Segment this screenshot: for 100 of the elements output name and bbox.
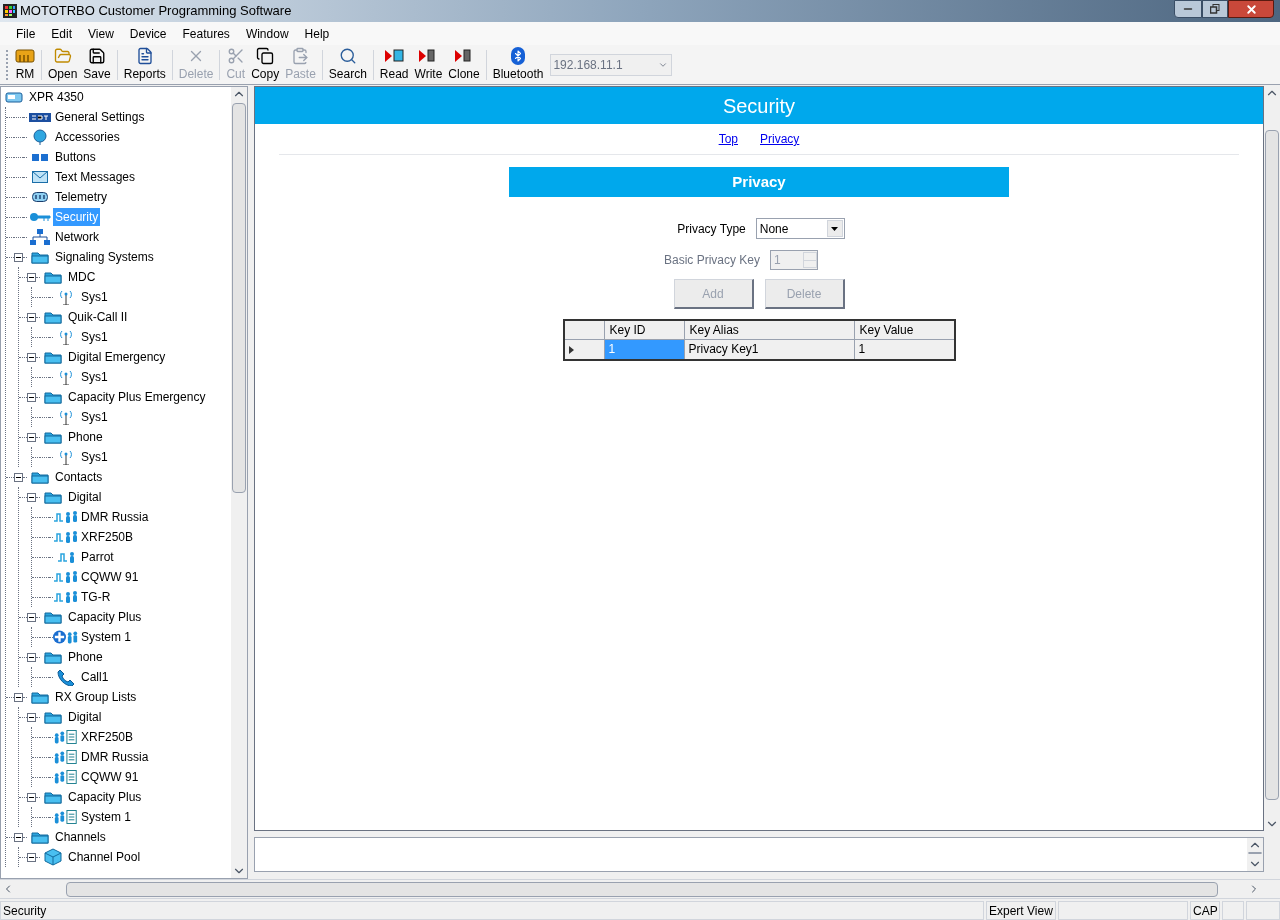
radio-icon [15,46,35,63]
tree-item[interactable]: RX Group Lists [53,688,139,706]
tree-item[interactable]: XPR 4350 [27,88,86,106]
tree-item[interactable]: TG-R [79,588,113,606]
tree-item[interactable]: Capacity Plus Emergency [66,388,208,406]
menu-item[interactable]: Device [121,24,175,43]
tree-item[interactable]: DMR Russia [79,508,151,526]
tree-item[interactable]: XRF250B [79,528,136,546]
collapse-toggle[interactable] [27,712,36,722]
collapse-toggle[interactable] [14,252,23,262]
tree-item[interactable]: Channels [53,828,108,846]
column-header[interactable]: Key Alias [684,321,855,339]
tree-item[interactable]: Sys1 [79,408,110,426]
tree-item[interactable]: CQWW 91 [79,568,141,586]
tree-item[interactable]: Phone [66,648,105,666]
tree-item[interactable]: Parrot [79,548,116,566]
toolbar-button[interactable]: Write [411,46,446,83]
collapse-toggle[interactable] [27,432,36,442]
tree-item[interactable]: Phone [66,428,105,446]
collapse-toggle[interactable] [27,312,36,322]
tree-item[interactable]: Channel Pool [66,848,143,866]
tree-item[interactable]: General Settings [53,108,147,126]
collapse-toggle[interactable] [27,852,36,862]
collapse-toggle[interactable] [27,792,36,802]
tree-item[interactable]: Contacts [53,468,105,486]
tree-item[interactable]: MDC [66,268,98,286]
dropdown-caret-icon [831,226,839,231]
scrollbar-thumb[interactable] [232,103,246,493]
key-icon [29,212,51,222]
restore-button[interactable] [1202,0,1228,18]
transfer-icon [384,46,405,65]
scrollbar-thumb[interactable] [66,881,1218,897]
private-call-icon [57,550,75,564]
table-cell[interactable]: 1 [854,340,954,359]
link[interactable]: Privacy [760,130,800,148]
tree-item[interactable]: Capacity Plus [66,608,144,626]
vertical-scrollbar[interactable] [1247,838,1263,871]
tree-item[interactable]: Network [53,228,101,246]
toolbar-button[interactable]: Open [45,46,81,83]
toolbar-button[interactable]: Clone [445,46,483,83]
collapse-toggle[interactable] [14,472,23,482]
table-cell[interactable]: Privacy Key1 [684,340,855,359]
tree-item[interactable]: Buttons [53,148,98,166]
collapse-toggle[interactable] [27,392,36,402]
tree-item[interactable]: Quik-Call II [66,308,130,326]
tree-item[interactable]: System 1 [79,808,133,826]
tree-item[interactable]: System 1 [79,628,133,646]
radio-icon [5,91,23,103]
toolbar-button[interactable]: Bluetooth [489,46,547,83]
vertical-scrollbar[interactable] [231,87,247,878]
tree-item[interactable]: DMR Russia [79,748,151,766]
tree-item[interactable]: Text Messages [53,168,138,186]
folder-icon [44,430,62,444]
text-box[interactable] [254,837,1264,872]
tree-item[interactable]: Sys1 [79,368,110,386]
tree-item[interactable]: XRF250B [79,728,136,746]
menu-item[interactable]: Window [237,24,297,43]
folder-icon [44,490,62,504]
tree-item[interactable]: Digital [66,488,104,506]
menu-item[interactable]: Help [296,24,338,43]
toolbar-button[interactable]: RM [12,46,38,83]
tree-item[interactable]: Digital Emergency [66,348,168,366]
collapse-toggle[interactable] [27,652,36,662]
scrollbar-thumb[interactable] [1265,130,1279,800]
close-button[interactable] [1228,0,1274,18]
column-header[interactable]: Key Value [854,321,954,339]
minimize-button[interactable] [1174,0,1202,18]
tree-item[interactable]: Telemetry [53,188,109,206]
toolbar-button[interactable]: Reports [120,46,169,83]
toolbar-button[interactable]: Search [325,46,370,83]
collapse-toggle[interactable] [27,492,36,502]
tree-item[interactable]: Call1 [79,668,111,686]
tree-item[interactable]: Sys1 [79,448,110,466]
toolbar-button[interactable]: Read [376,46,412,83]
link[interactable]: Top [718,130,738,148]
tree-item[interactable]: CQWW 91 [79,768,141,786]
collapse-toggle[interactable] [27,272,36,282]
collapse-toggle[interactable] [27,352,36,362]
tree-item[interactable]: Capacity Plus [66,788,144,806]
toolbar-button[interactable]: Save [80,46,114,83]
menu-item[interactable]: Features [174,24,238,43]
folder-icon [31,830,49,844]
tree-item[interactable]: Digital [66,708,104,726]
tree-item[interactable]: Sys1 [79,328,110,346]
phone-icon [57,668,75,686]
privacy-type-dropdown[interactable]: None [755,218,845,239]
toolbar-button[interactable]: Copy [248,46,283,83]
horizontal-scrollbar[interactable] [0,879,1280,898]
menu-item[interactable]: Edit [43,24,81,43]
collapse-toggle[interactable] [14,832,23,842]
column-header[interactable]: Key ID [604,321,685,339]
tree-item[interactable]: Sys1 [79,288,110,306]
tree-item[interactable]: Signaling Systems [53,248,156,266]
collapse-toggle[interactable] [27,612,36,622]
collapse-toggle[interactable] [14,692,23,702]
antenna-icon [59,329,73,345]
scrollbar-thumb[interactable] [1248,852,1262,854]
menu-item[interactable]: View [80,24,122,43]
tree-item[interactable]: Accessories [53,128,122,146]
menu-item[interactable]: File [8,24,44,43]
